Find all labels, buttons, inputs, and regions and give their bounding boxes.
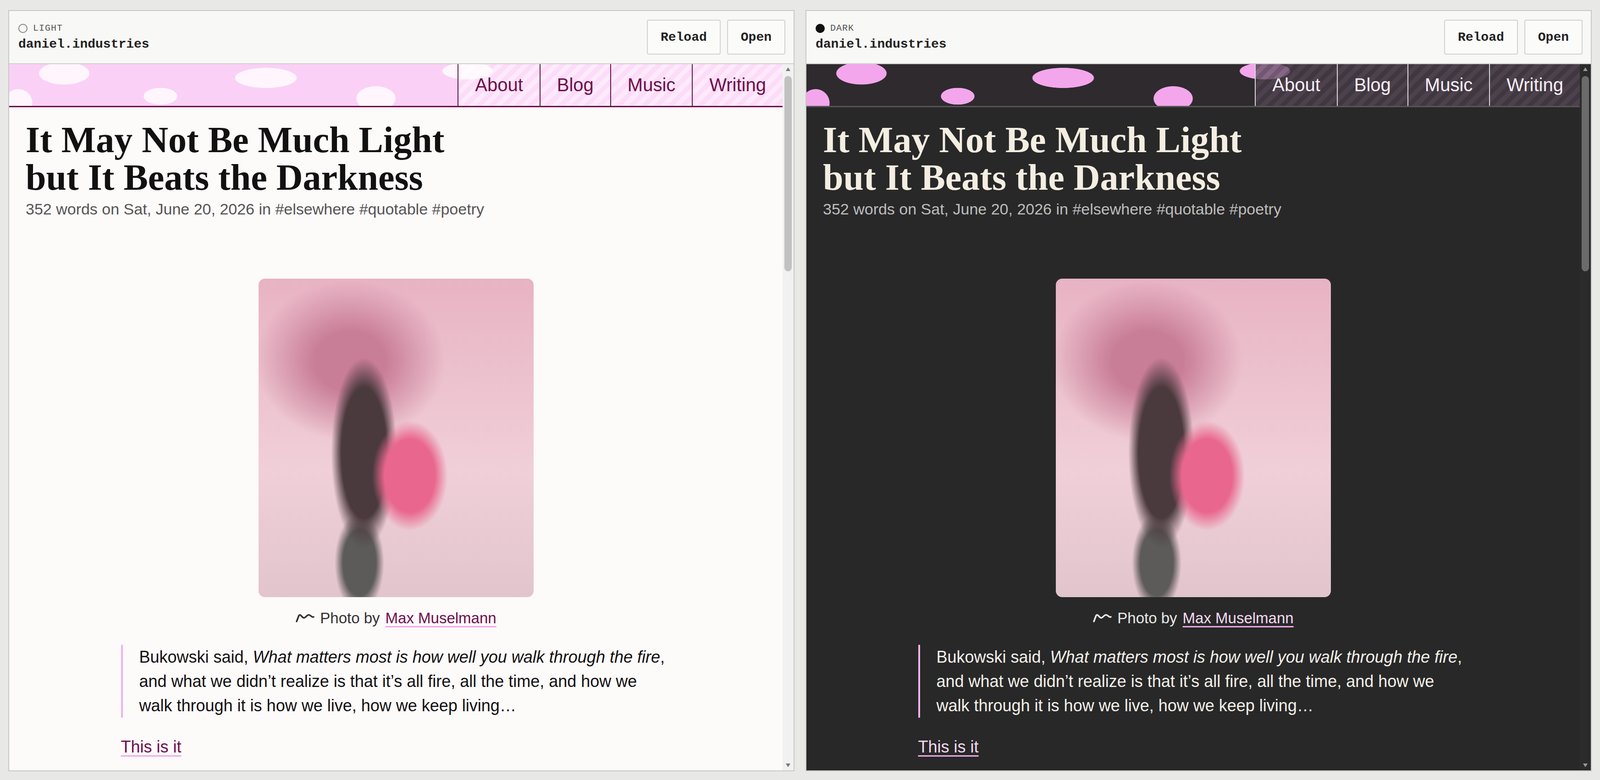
pane-buttons: ReloadOpen: [646, 19, 786, 55]
site-nav: AboutBlogMusicWriting: [9, 64, 783, 108]
read-more-link[interactable]: This is it: [918, 737, 979, 757]
title-line: but It Beats the Darkness: [25, 158, 767, 197]
post-photo: [258, 278, 534, 598]
scroll-down[interactable]: [1579, 760, 1591, 771]
post-photo: [1055, 278, 1331, 598]
pane-buttons: ReloadOpen: [1444, 19, 1583, 55]
squiggle-icon: [295, 612, 315, 625]
post-body: Photo byMax Muselmann Bukowski said, What…: [121, 278, 672, 760]
scroll-track: [1579, 74, 1591, 761]
scroll-up[interactable]: [1579, 64, 1591, 75]
scroll-track: [782, 74, 794, 761]
nav-link[interactable]: Music: [610, 64, 692, 106]
nav-link[interactable]: About: [1254, 64, 1337, 106]
pane-label: DARK daniel.industries: [815, 22, 947, 52]
browser-pane: DARK daniel.industries ReloadOpen AboutBlog…: [805, 10, 1592, 772]
browser-pane: LIGHT daniel.industries ReloadOpen AboutBlo…: [8, 10, 795, 772]
page-viewport: AboutBlogMusicWriting It May Not Be Much …: [9, 64, 783, 771]
theme-name: DARK: [830, 22, 855, 34]
scroll-down[interactable]: [782, 760, 794, 771]
open-button[interactable]: Open: [727, 19, 786, 55]
caption-text: Photo by: [320, 608, 380, 629]
post-header: It May Not Be Much Lightbut It Beats the…: [9, 107, 783, 220]
photo-caption: Photo byMax Muselmann: [918, 608, 1469, 629]
more-row: This is it: [121, 734, 672, 760]
nav-link[interactable]: Music: [1407, 64, 1490, 106]
nav-link[interactable]: Writing: [1489, 64, 1580, 106]
theme-dot-icon: [815, 23, 825, 34]
reload-button[interactable]: Reload: [646, 19, 721, 55]
pane-body: AboutBlogMusicWriting It May Not Be Much …: [9, 64, 794, 771]
pane-header: LIGHT daniel.industries ReloadOpen: [9, 11, 794, 65]
pane-body: AboutBlogMusicWriting It May Not Be Much …: [806, 64, 1591, 771]
site-nav: AboutBlogMusicWriting: [806, 64, 1580, 108]
caption-text: Photo by: [1117, 608, 1177, 629]
reload-button[interactable]: Reload: [1444, 19, 1518, 55]
title-line: It May Not Be Much Light: [822, 121, 1564, 159]
site-name: daniel.industries: [18, 37, 150, 52]
photo-caption: Photo byMax Muselmann: [121, 608, 672, 629]
up-arrow-icon: [1582, 66, 1589, 72]
scroll-up[interactable]: [782, 64, 794, 75]
page-viewport: AboutBlogMusicWriting It May Not Be Much …: [806, 64, 1580, 771]
more-row: This is it: [918, 734, 1469, 760]
quote: Bukowski said, What matters most is how …: [918, 645, 1469, 718]
quote: Bukowski said, What matters most is how …: [121, 645, 672, 718]
post-title: It May Not Be Much Lightbut It Beats the…: [25, 121, 767, 197]
scrollbar[interactable]: [1579, 64, 1591, 771]
quote-part: Bukowski said,: [936, 647, 1051, 667]
post: It May Not Be Much Lightbut It Beats the…: [9, 107, 783, 771]
credit-link[interactable]: Max Muselmann: [1182, 608, 1294, 629]
quote-part: What matters most is how well you walk t…: [253, 647, 661, 667]
nav-link[interactable]: Blog: [539, 64, 611, 106]
pane-label: LIGHT daniel.industries: [18, 22, 150, 52]
theme-label: LIGHT: [18, 22, 150, 34]
post-meta: 352 words on Sat, June 20, 2026 in #else…: [25, 198, 767, 220]
up-arrow-icon: [785, 66, 791, 72]
quote-part: What matters most is how well you walk t…: [1050, 647, 1458, 667]
down-arrow-icon: [785, 763, 791, 768]
read-more-link[interactable]: This is it: [121, 737, 182, 757]
theme-name: LIGHT: [33, 22, 63, 34]
pane-header: DARK daniel.industries ReloadOpen: [806, 11, 1591, 65]
title-line: but It Beats the Darkness: [822, 158, 1564, 197]
scroll-thumb[interactable]: [1581, 76, 1589, 272]
credit-link[interactable]: Max Muselmann: [385, 608, 497, 629]
quote-part: Bukowski said,: [139, 647, 254, 667]
post-meta: 352 words on Sat, June 20, 2026 in #else…: [822, 198, 1564, 220]
down-arrow-icon: [1582, 763, 1589, 768]
theme-dot-icon: [18, 23, 28, 34]
theme-label: DARK: [815, 22, 947, 34]
scrollbar[interactable]: [782, 64, 794, 771]
nav-link[interactable]: Writing: [691, 64, 783, 106]
scroll-thumb[interactable]: [784, 76, 792, 272]
nav-link[interactable]: About: [457, 64, 540, 106]
nav-link[interactable]: Blog: [1336, 64, 1408, 106]
title-line: It May Not Be Much Light: [25, 121, 767, 159]
post: It May Not Be Much Lightbut It Beats the…: [806, 107, 1580, 771]
post-header: It May Not Be Much Lightbut It Beats the…: [806, 107, 1580, 220]
post-body: Photo byMax Muselmann Bukowski said, What…: [918, 278, 1469, 760]
squiggle-icon: [1092, 612, 1112, 625]
open-button[interactable]: Open: [1524, 19, 1583, 55]
site-name: daniel.industries: [815, 37, 947, 52]
post-title: It May Not Be Much Lightbut It Beats the…: [822, 121, 1564, 197]
